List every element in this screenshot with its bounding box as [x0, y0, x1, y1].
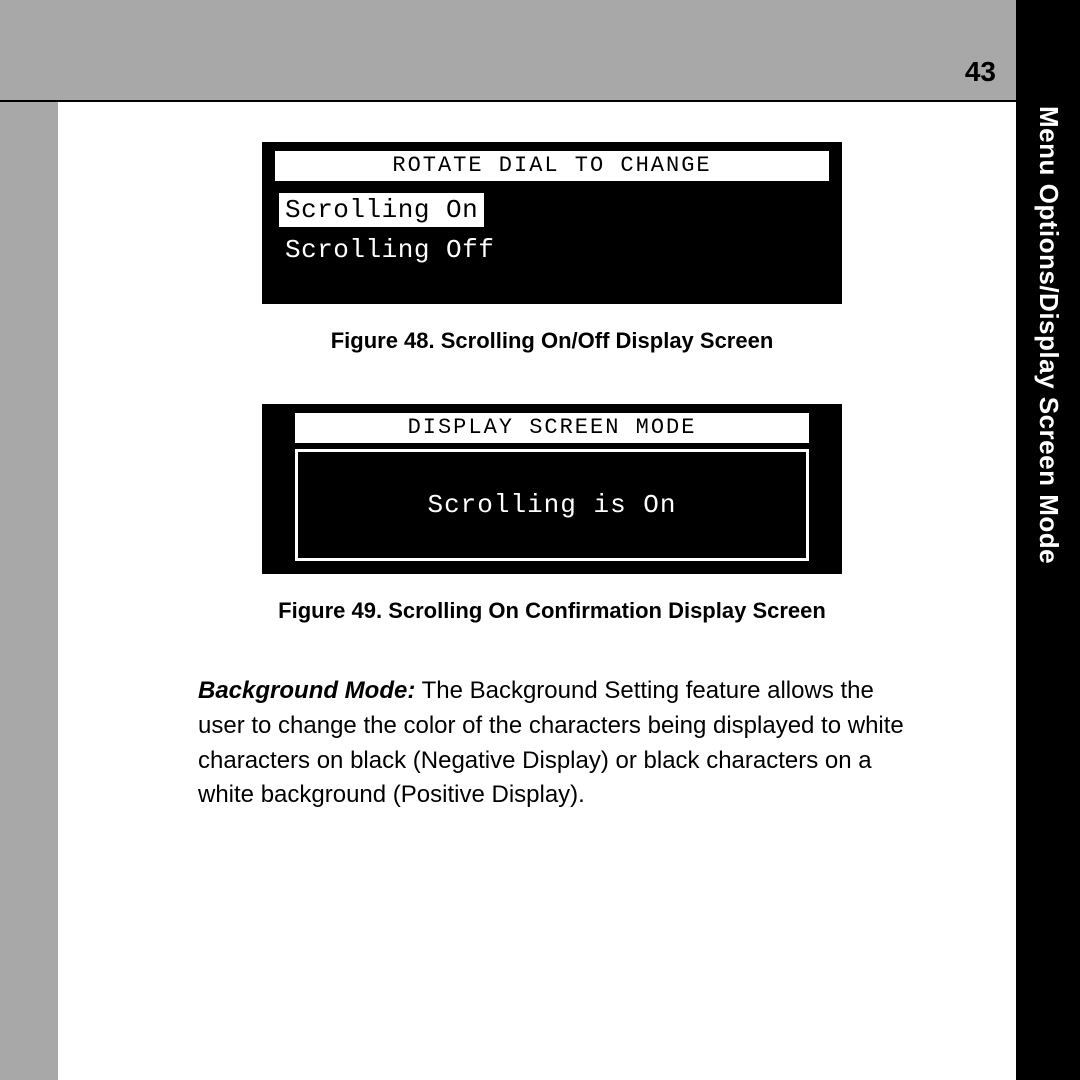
figure-48-screen: ROTATE DIAL TO CHANGE Scrolling On Scrol… [262, 142, 842, 304]
manual-page: Menu Options/Display Screen Mode 43 ROTA… [0, 0, 1080, 1080]
left-margin-band [0, 0, 58, 1080]
figure-49-body: Scrolling is On [295, 449, 809, 561]
top-header-band [0, 0, 1016, 102]
figure-49-caption: Figure 49. Scrolling On Confirmation Dis… [168, 598, 936, 624]
figure-49-header-wrap: DISPLAY SCREEN MODE [295, 413, 809, 443]
page-content: ROTATE DIAL TO CHANGE Scrolling On Scrol… [58, 102, 1016, 813]
figure-48-body: Scrolling On Scrolling Off [265, 181, 839, 301]
figure-48-caption: Figure 48. Scrolling On/Off Display Scre… [168, 328, 936, 354]
scrolling-off-option: Scrolling Off [279, 233, 500, 267]
paragraph-lead: Background Mode: [198, 677, 415, 704]
side-tab-label: Menu Options/Display Screen Mode [1033, 106, 1064, 564]
figure-48-header: ROTATE DIAL TO CHANGE [275, 151, 829, 181]
figure-49-header: DISPLAY SCREEN MODE [295, 413, 809, 443]
scrolling-on-option: Scrolling On [279, 193, 484, 227]
background-mode-paragraph: Background Mode: The Background Setting … [168, 674, 936, 813]
page-number: 43 [965, 56, 996, 88]
figure-49-message: Scrolling is On [427, 490, 676, 520]
figure-49-screen: DISPLAY SCREEN MODE Scrolling is On [262, 404, 842, 574]
